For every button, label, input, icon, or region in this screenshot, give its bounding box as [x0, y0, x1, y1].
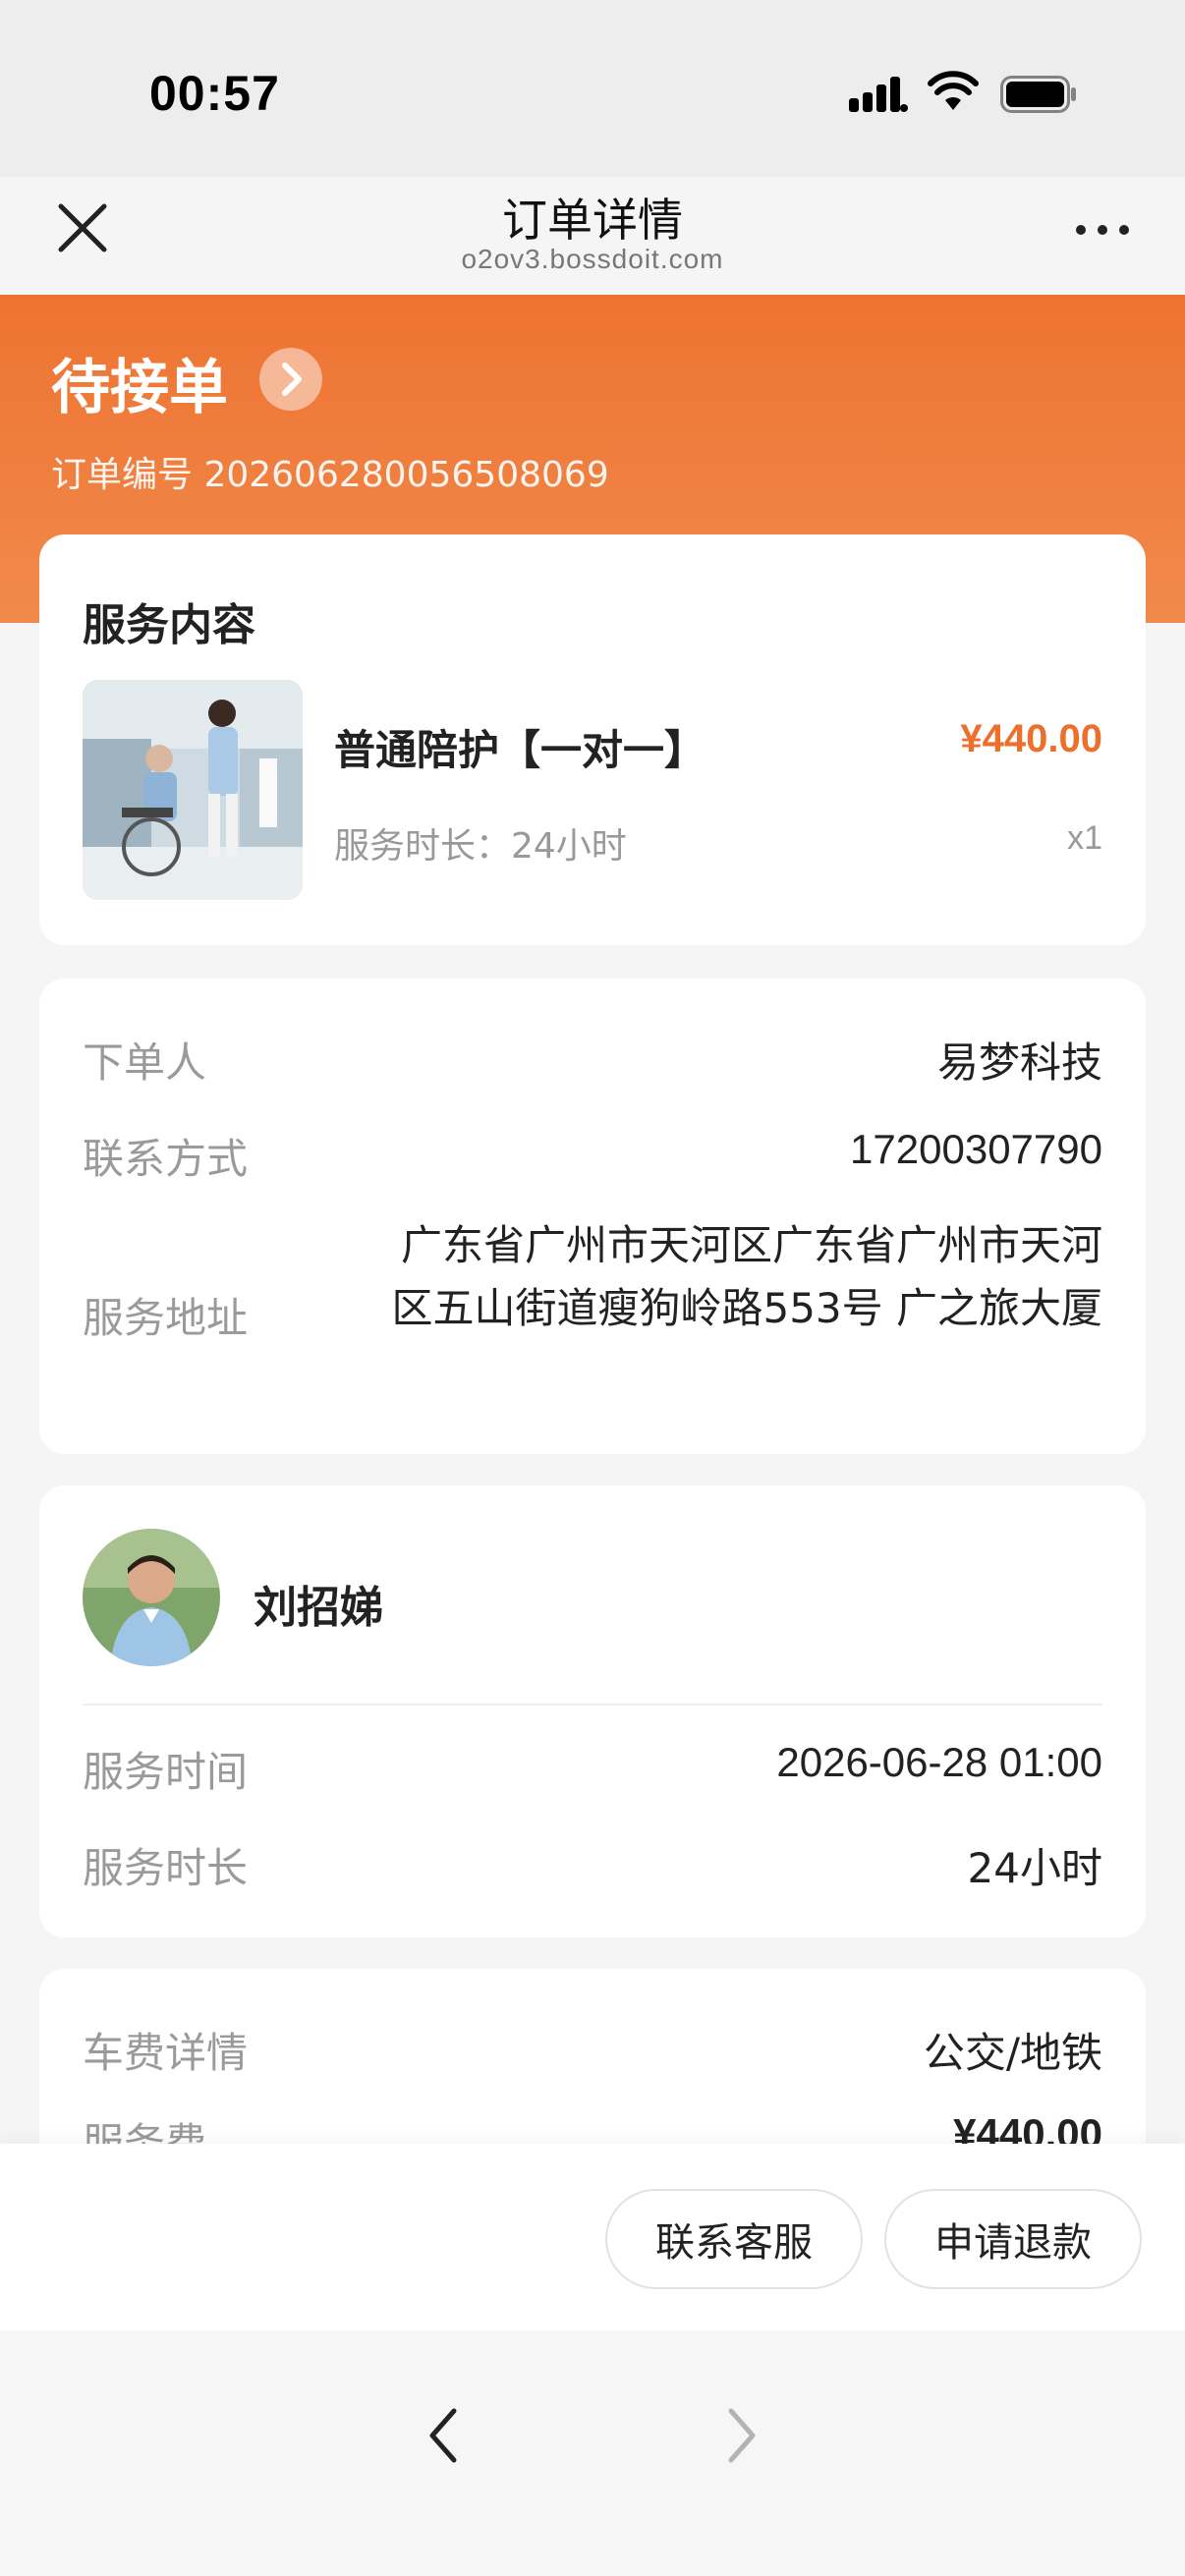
service-duration-label: 服务时长 [83, 1844, 249, 1892]
page-title: 订单详情 [502, 194, 683, 247]
action-bar: 联系客服 申请退款 [0, 2144, 1185, 2330]
service-name: 普通陪护【一对一】 [334, 726, 706, 774]
customer-info-card: 下单人 易梦科技 联系方式 17200307790 服务地址 广东省广州市天河区… [39, 979, 1146, 1454]
orderer-value: 易梦科技 [936, 1038, 1102, 1087]
service-image [83, 680, 303, 900]
service-price: ¥440.00 [960, 717, 1102, 760]
service-time-label: 服务时间 [83, 1748, 249, 1796]
service-duration-value: 24小时 [967, 1844, 1102, 1892]
forward-arrow-icon[interactable] [711, 2401, 770, 2470]
signal-icon [849, 77, 908, 112]
refund-button[interactable]: 申请退款 [884, 2189, 1142, 2289]
caregiver-card: 刘招娣 服务时间 2026-06-28 01:00 服务时长 24小时 [39, 1485, 1146, 1937]
address-label: 服务地址 [83, 1294, 249, 1342]
service-quantity: x1 [1067, 819, 1102, 857]
order-number: 订单编号 202606280056508069 [51, 455, 609, 495]
wifi-icon [928, 71, 979, 110]
browser-toolbar [0, 2330, 1185, 2576]
address-value: 广东省广州市天河区广东省广州市天河区五山街道瘦狗岭路553号 广之旅大厦 [391, 1221, 1102, 1332]
more-icon[interactable] [1071, 212, 1134, 248]
page-domain: o2ov3.bossdoit.com [461, 244, 724, 274]
orderer-label: 下单人 [83, 1038, 207, 1087]
back-arrow-icon[interactable] [415, 2401, 474, 2470]
caregiver-name: 刘招娣 [254, 1583, 383, 1633]
contact-value[interactable]: 17200307790 [850, 1126, 1102, 1173]
status-bar: 00:57 订单详情 o2ov3.bossdoit.com [0, 0, 1185, 274]
travel-fee-value: 公交/地铁 [923, 2029, 1102, 2077]
service-time-value: 2026-06-28 01:00 [776, 1739, 1102, 1785]
order-status: 待接单 [51, 354, 228, 422]
contact-service-button[interactable]: 联系客服 [605, 2189, 863, 2289]
service-card: 服务内容 普通陪护【一对一】 ¥440.00 服务时长：24小时 x1 [39, 534, 1146, 945]
contact-label: 联系方式 [83, 1135, 249, 1183]
travel-fee-label: 车费详情 [83, 2029, 249, 2077]
divider [83, 1704, 1102, 1706]
status-time: 00:57 [149, 66, 280, 121]
service-section-title: 服务内容 [83, 600, 255, 650]
service-duration: 服务时长：24小时 [334, 826, 627, 867]
avatar[interactable] [83, 1529, 220, 1666]
battery-icon [1000, 76, 1076, 113]
chevron-right-icon[interactable] [259, 348, 322, 411]
